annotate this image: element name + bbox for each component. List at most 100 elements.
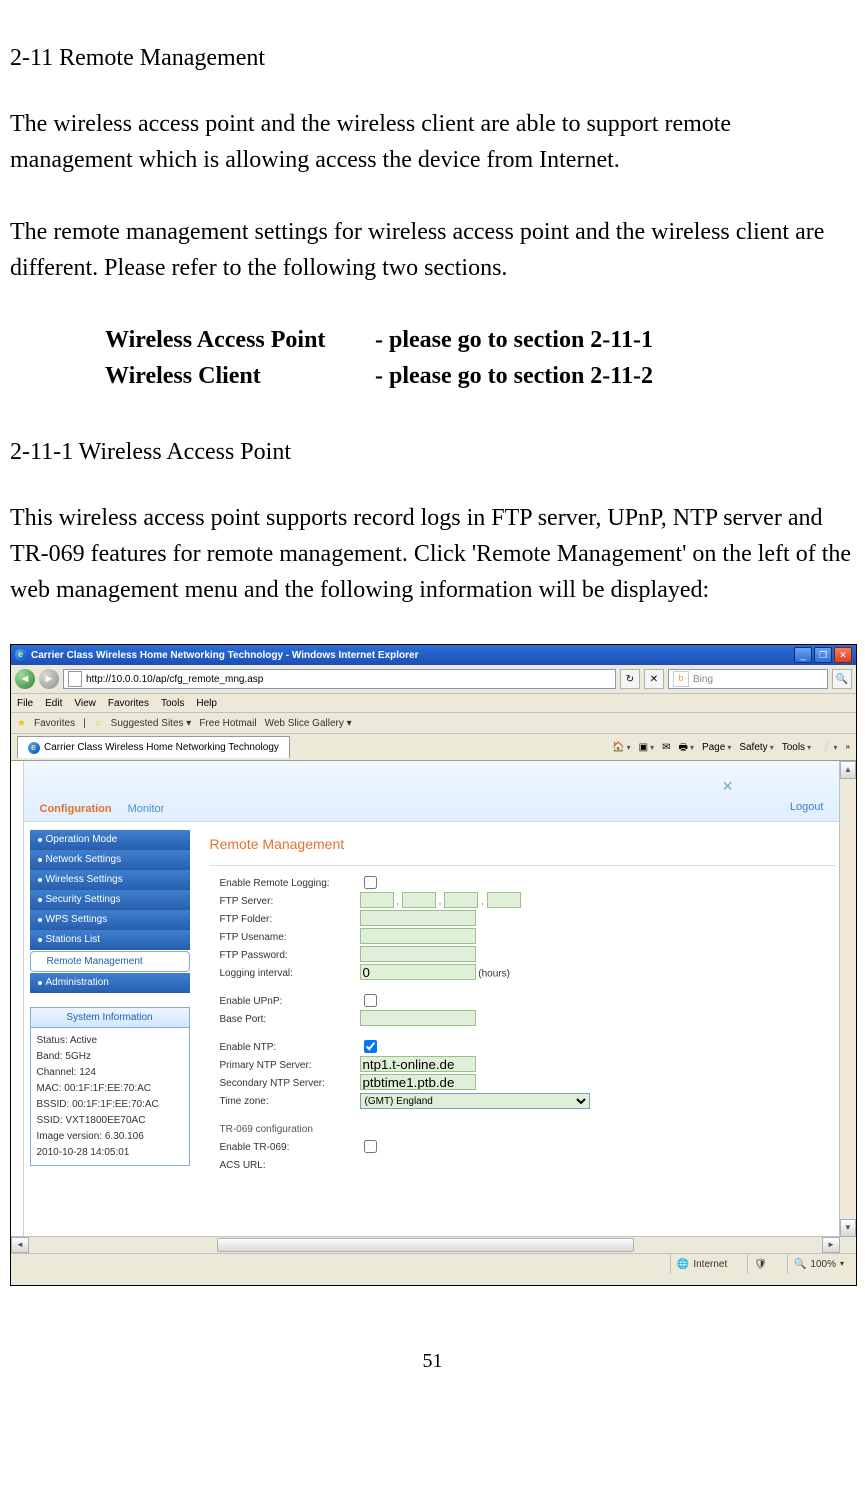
back-button[interactable]: ◄ bbox=[15, 669, 35, 689]
favorites-bar: ★ Favorites | ☆ Suggested Sites ▾ Free H… bbox=[11, 713, 856, 734]
input-logging-interval[interactable] bbox=[360, 964, 476, 980]
sidebar-item-stations-list[interactable]: Stations List bbox=[30, 930, 190, 950]
browser-tab[interactable]: Carrier Class Wireless Home Networking T… bbox=[17, 736, 290, 758]
ie-icon bbox=[15, 649, 27, 661]
label-ftp-server: FTP Server: bbox=[220, 894, 360, 909]
sidebar-item-administration[interactable]: Administration bbox=[30, 973, 190, 993]
sysinfo-band: Band: 5GHz bbox=[37, 1049, 183, 1064]
tab-title: Carrier Class Wireless Home Networking T… bbox=[44, 740, 279, 755]
input-ftp-server-oct2[interactable] bbox=[402, 892, 436, 908]
zoom-icon: 🔍 bbox=[794, 1257, 806, 1272]
menu-edit[interactable]: Edit bbox=[45, 696, 62, 711]
feeds-icon[interactable]: ▣ bbox=[639, 740, 654, 755]
search-button[interactable]: 🔍 bbox=[832, 669, 852, 689]
menu-tools[interactable]: Tools bbox=[161, 696, 184, 711]
tools-menu[interactable]: Tools bbox=[782, 740, 811, 755]
label-time-zone: Time zone: bbox=[220, 1094, 360, 1109]
label-enable-remote-logging: Enable Remote Logging: bbox=[220, 876, 360, 891]
label-enable-upnp: Enable UPnP: bbox=[220, 994, 360, 1009]
ref-target: - please go to section 2-11-2 bbox=[375, 358, 653, 394]
favorites-label[interactable]: Favorites bbox=[34, 716, 75, 731]
menu-file[interactable]: File bbox=[17, 696, 33, 711]
menu-bar: File Edit View Favorites Tools Help bbox=[11, 694, 856, 713]
input-secondary-ntp[interactable] bbox=[360, 1074, 476, 1090]
subsection-heading: 2-11-1 Wireless Access Point bbox=[10, 434, 855, 470]
search-input[interactable]: b Bing bbox=[668, 669, 828, 689]
input-ftp-username[interactable] bbox=[360, 928, 476, 944]
status-zone: 🌐 Internet bbox=[670, 1254, 733, 1274]
scroll-thumb[interactable] bbox=[217, 1238, 634, 1252]
zoom-control[interactable]: 🔍 100% ▾ bbox=[787, 1254, 850, 1274]
forward-button[interactable]: ► bbox=[39, 669, 59, 689]
sysinfo-mac: MAC: 00:1F:1F:EE:70:AC bbox=[37, 1081, 183, 1096]
stop-button[interactable]: ✕ bbox=[644, 669, 664, 689]
tab-monitor[interactable]: Monitor bbox=[128, 801, 165, 818]
safety-menu[interactable]: Safety bbox=[739, 740, 773, 755]
label-ftp-username: FTP Usename: bbox=[220, 930, 360, 945]
favorites-star-icon[interactable]: ★ bbox=[17, 716, 26, 731]
scroll-left-button[interactable]: ◄ bbox=[11, 1237, 29, 1253]
sidebar-item-security-settings[interactable]: Security Settings bbox=[30, 890, 190, 910]
ref-target: - please go to section 2-11-1 bbox=[375, 322, 653, 358]
input-ftp-folder[interactable] bbox=[360, 910, 476, 926]
refresh-button[interactable]: ↻ bbox=[620, 669, 640, 689]
url-input[interactable]: http://10.0.0.10/ap/cfg_remote_mng.asp bbox=[63, 669, 616, 689]
page-banner: ✕ Configuration Monitor Logout bbox=[24, 761, 844, 822]
url-text: http://10.0.0.10/ap/cfg_remote_mng.asp bbox=[86, 672, 263, 687]
panel-title: Remote Management bbox=[210, 830, 836, 865]
fav-suggested-sites[interactable]: Suggested Sites ▾ bbox=[111, 716, 192, 731]
menu-favorites[interactable]: Favorites bbox=[108, 696, 149, 711]
input-primary-ntp[interactable] bbox=[360, 1056, 476, 1072]
maximize-button[interactable]: ❐ bbox=[814, 647, 832, 663]
window-titlebar: Carrier Class Wireless Home Networking T… bbox=[11, 645, 856, 665]
checkbox-enable-ntp[interactable] bbox=[364, 1040, 377, 1053]
page-number: 51 bbox=[10, 1346, 855, 1376]
input-ftp-password[interactable] bbox=[360, 946, 476, 962]
menu-help[interactable]: Help bbox=[196, 696, 217, 711]
sysinfo-image-version: Image version: 6.30.106 bbox=[37, 1129, 183, 1144]
input-ftp-server-oct4[interactable] bbox=[487, 892, 521, 908]
logout-link[interactable]: Logout bbox=[790, 799, 824, 816]
address-bar: ◄ ► http://10.0.0.10/ap/cfg_remote_mng.a… bbox=[11, 665, 856, 694]
sidebar-item-remote-management[interactable]: Remote Management bbox=[30, 951, 190, 972]
add-favorite-icon[interactable]: ☆ bbox=[94, 716, 103, 731]
print-icon[interactable]: 🖶 bbox=[678, 740, 693, 755]
bing-icon: b bbox=[673, 671, 689, 687]
mail-icon[interactable]: ✉ bbox=[662, 740, 670, 755]
close-button[interactable]: ✕ bbox=[834, 647, 852, 663]
input-base-port[interactable] bbox=[360, 1010, 476, 1026]
checkbox-enable-remote-logging[interactable] bbox=[364, 876, 377, 889]
fav-web-slice[interactable]: Web Slice Gallery ▾ bbox=[265, 716, 352, 731]
label-tr069-section: TR-069 configuration bbox=[220, 1122, 360, 1137]
label-base-port: Base Port: bbox=[220, 1012, 360, 1027]
scroll-down-button[interactable]: ▼ bbox=[840, 1219, 856, 1237]
checkbox-enable-tr069[interactable] bbox=[364, 1140, 377, 1153]
vertical-scrollbar[interactable]: ▲ ▼ bbox=[839, 761, 856, 1253]
menu-view[interactable]: View bbox=[74, 696, 96, 711]
scroll-up-button[interactable]: ▲ bbox=[840, 761, 856, 779]
home-icon[interactable]: 🏠 bbox=[612, 740, 630, 755]
minimize-button[interactable]: _ bbox=[794, 647, 812, 663]
sidebar-item-network-settings[interactable]: Network Settings bbox=[30, 850, 190, 870]
sidebar-item-wireless-settings[interactable]: Wireless Settings bbox=[30, 870, 190, 890]
sidebar-item-wps-settings[interactable]: WPS Settings bbox=[30, 910, 190, 930]
label-primary-ntp: Primary NTP Server: bbox=[220, 1058, 360, 1073]
tab-configuration[interactable]: Configuration bbox=[40, 801, 112, 818]
input-ftp-server-oct3[interactable] bbox=[444, 892, 478, 908]
select-time-zone[interactable]: (GMT) England bbox=[360, 1093, 590, 1109]
horizontal-scrollbar[interactable]: ◄ ► bbox=[11, 1236, 840, 1253]
ie-icon bbox=[28, 742, 40, 754]
checkbox-enable-upnp[interactable] bbox=[364, 994, 377, 1007]
help-icon[interactable]: ❔ bbox=[819, 740, 837, 755]
input-ftp-server-oct1[interactable] bbox=[360, 892, 394, 908]
label-secondary-ntp: Secondary NTP Server: bbox=[220, 1076, 360, 1091]
page-menu[interactable]: Page bbox=[702, 740, 731, 755]
scroll-right-button[interactable]: ► bbox=[822, 1237, 840, 1253]
fav-free-hotmail[interactable]: Free Hotmail bbox=[199, 716, 256, 731]
paragraph: The remote management settings for wirel… bbox=[10, 214, 855, 286]
sysinfo-status: Status: Active bbox=[37, 1033, 183, 1048]
sidebar-item-operation-mode[interactable]: Operation Mode bbox=[30, 830, 190, 850]
banner-close-icon[interactable]: ✕ bbox=[722, 776, 734, 797]
label-enable-ntp: Enable NTP: bbox=[220, 1040, 360, 1055]
search-placeholder: Bing bbox=[693, 672, 713, 687]
